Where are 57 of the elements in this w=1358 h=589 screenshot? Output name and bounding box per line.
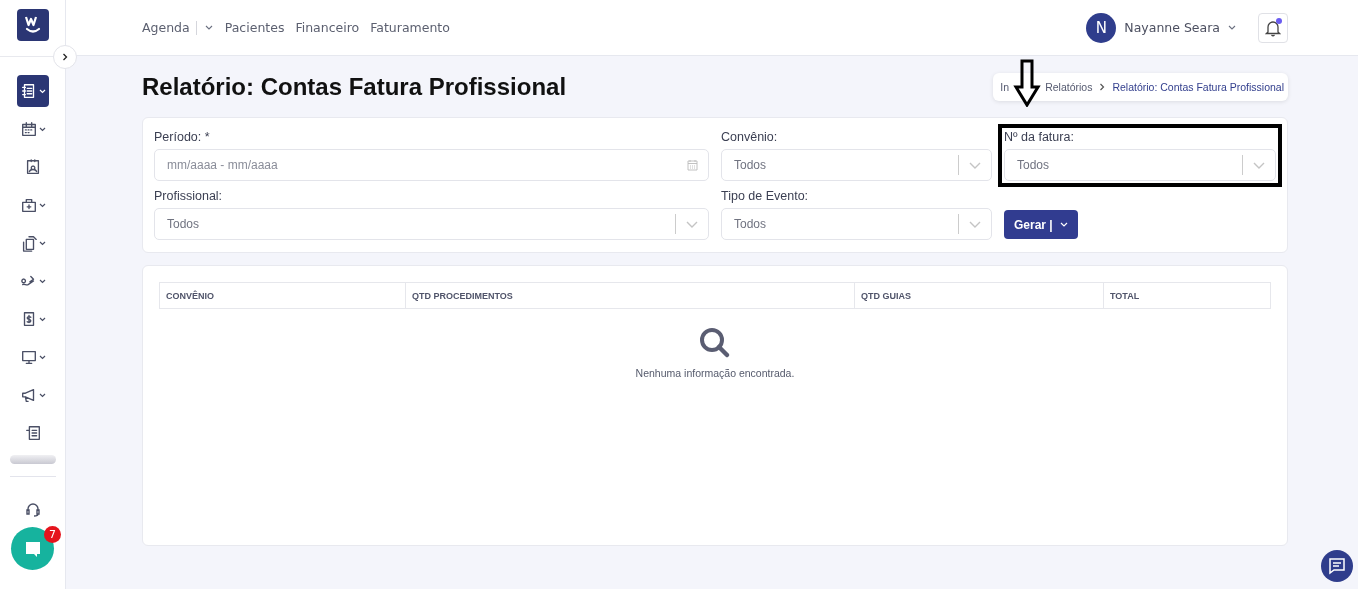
chevron-down-icon [38,240,46,246]
search-icon [699,327,731,359]
field-label: Tipo de Evento: [721,189,810,203]
page-title: Relatório: Contas Fatura Profissional [142,72,567,101]
nav-link[interactable]: Agenda [142,20,190,35]
chevron-right-icon [62,53,68,61]
logo-icon[interactable] [16,9,49,41]
chat-button[interactable] [11,527,54,570]
field-label: Período: * [154,130,211,144]
headset-icon[interactable] [24,501,41,517]
breadcrumb-link[interactable]: In [1000,80,1010,93]
chevron-down-icon [38,278,46,284]
generate-button[interactable]: Gerar | [1004,210,1078,239]
select-field[interactable]: Todos [1004,149,1276,181]
sidebar-item[interactable] [16,75,49,107]
caret-icon[interactable] [204,25,213,30]
newspaper-icon [23,423,42,443]
notifications-button[interactable] [1258,12,1288,43]
chevron-down-icon [1253,161,1265,169]
chevron-down-icon [38,354,46,360]
chevron-down-icon [38,126,46,132]
chevron-icon [1099,82,1106,91]
user-name[interactable]: Nayanne Seara [1124,20,1220,35]
caret-icon[interactable] [1228,25,1236,30]
chevron-down-icon [969,220,981,228]
down-arrow-annotation [1012,58,1043,107]
calendar-icon [687,159,698,171]
notification-badge: 7 [44,526,61,543]
select-field[interactable]: Todos [154,208,709,240]
chevron-down-icon [38,88,46,94]
chevron-down-icon [38,202,46,208]
nav-link[interactable]: Pacientes [224,20,285,35]
nav-link[interactable]: Financeiro [295,20,360,35]
breadcrumb-link[interactable]: Relatório: Contas Fatura Profissional [1112,80,1284,93]
empty-message: Nenhuma informação encontrada. [635,367,795,379]
message-icon [1328,557,1346,575]
chevron-down-icon [38,392,46,398]
column-header: CONVÊNIO [159,282,406,309]
field-label: Convênio: [721,130,779,144]
bell-icon [1265,18,1281,37]
caret-icon [1059,222,1068,227]
field-label: Nº da fatura: [1004,130,1075,144]
chevron-down-icon [686,220,698,228]
calendar-icon [19,119,38,139]
chevron-down-icon [38,316,46,322]
select-field[interactable]: Todos [721,149,992,181]
column-header: QTD PROCEDIMENTOS [405,282,855,309]
column-header: QTD GUIAS [854,282,1104,309]
field-label: Profissional: [154,189,224,203]
column-header: TOTAL [1103,282,1271,309]
user-avatar[interactable]: N [1086,12,1117,43]
chevron-down-icon [969,161,981,169]
chat-button[interactable] [1321,550,1353,582]
select-field[interactable]: Todos [721,208,992,240]
nav-link[interactable]: Faturamento [370,20,450,35]
breadcrumb-link[interactable]: Relatórios [1045,80,1093,93]
date-range-field[interactable]: mm/aaaa - mm/aaaa [154,149,709,181]
